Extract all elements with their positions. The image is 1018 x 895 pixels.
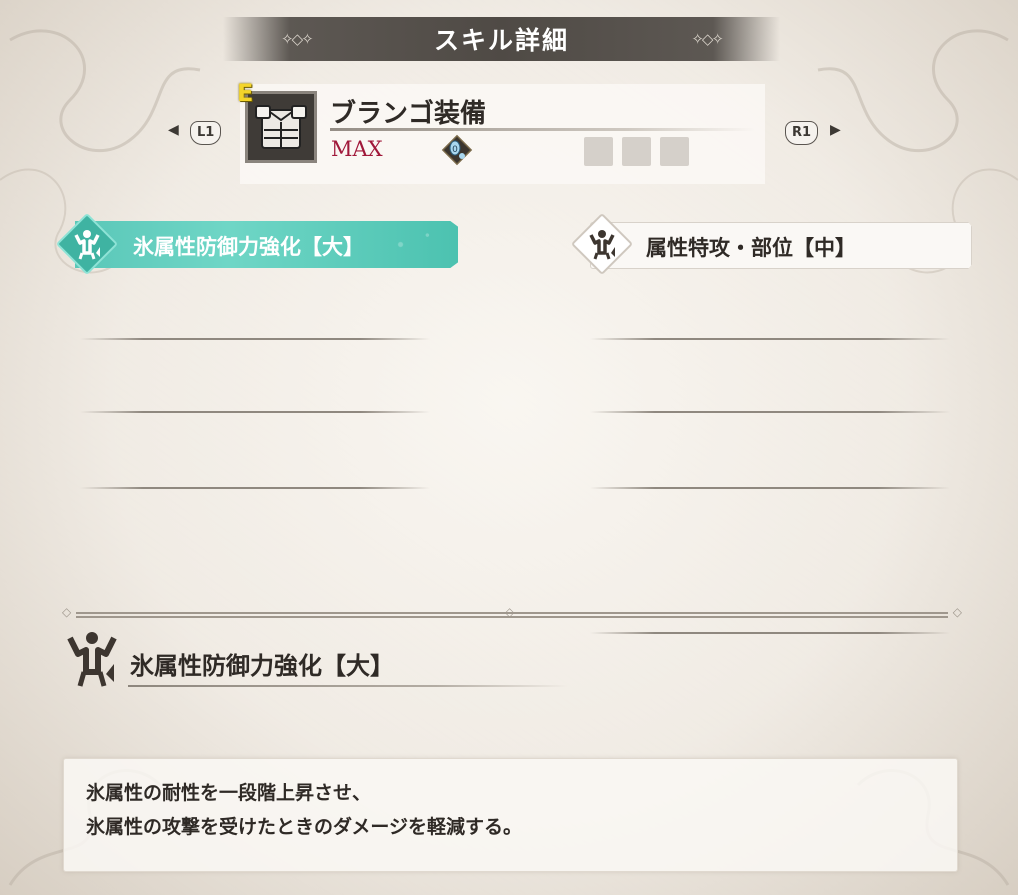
empty-skill-line — [590, 632, 950, 634]
next-equipment-button[interactable]: R1 — [785, 121, 819, 145]
empty-skill-line — [590, 338, 950, 340]
empty-skill-line — [590, 411, 950, 413]
equipment-name-underline — [330, 128, 755, 131]
prev-equipment-button[interactable]: L1 — [190, 121, 222, 145]
muscle-skill-icon — [589, 230, 615, 260]
header-banner: ✧◇✧ スキル詳細 ✧◇✧ — [223, 17, 780, 61]
empty-slot — [622, 137, 651, 166]
armor-chest-icon — [245, 91, 317, 163]
decoration-slot-icon: 0 — [441, 134, 473, 166]
banner-ornament-right: ✧◇✧ — [691, 30, 724, 48]
muscle-skill-icon — [67, 632, 117, 687]
skill-label-selected: 氷属性防御力強化【大】 — [133, 235, 364, 259]
rank-letter: E — [237, 79, 254, 107]
left-arrow-icon[interactable]: ◀ — [168, 122, 179, 138]
skill-label-2: 属性特攻・部位【中】 — [646, 236, 856, 260]
equipment-card — [240, 84, 765, 184]
banner-ornament-left: ✧◇✧ — [281, 30, 314, 48]
empty-skill-line — [80, 411, 430, 413]
empty-slot — [660, 137, 689, 166]
skill-description-box: 氷属性の耐性を一段階上昇させ、 氷属性の攻撃を受けたときのダメージを軽減する。 — [63, 758, 958, 872]
divider-ornament-icon: ◇ — [505, 605, 515, 619]
muscle-skill-icon — [74, 230, 100, 260]
equipment-level: MAX — [331, 137, 383, 161]
detail-skill-name: 氷属性防御力強化【大】 — [130, 652, 394, 680]
description-line-2: 氷属性の攻撃を受けたときのダメージを軽減する。 — [86, 816, 523, 838]
section-divider: ◇ ◇ ◇ — [62, 605, 962, 620]
empty-slot — [584, 137, 613, 166]
detail-underline — [128, 685, 568, 687]
empty-skill-line — [80, 487, 430, 489]
divider-ornament-icon: ◇ — [952, 605, 962, 619]
divider-ornament-icon: ◇ — [62, 605, 72, 619]
decoration-slot-value: 0 — [452, 145, 458, 155]
equipment-name: ブランゴ装備 — [330, 99, 487, 129]
right-arrow-icon[interactable]: ▶ — [830, 122, 841, 138]
empty-skill-line — [80, 338, 430, 340]
description-line-1: 氷属性の耐性を一段階上昇させ、 — [86, 782, 372, 804]
empty-skill-line — [590, 487, 950, 489]
page-title: スキル詳細 — [433, 26, 569, 55]
